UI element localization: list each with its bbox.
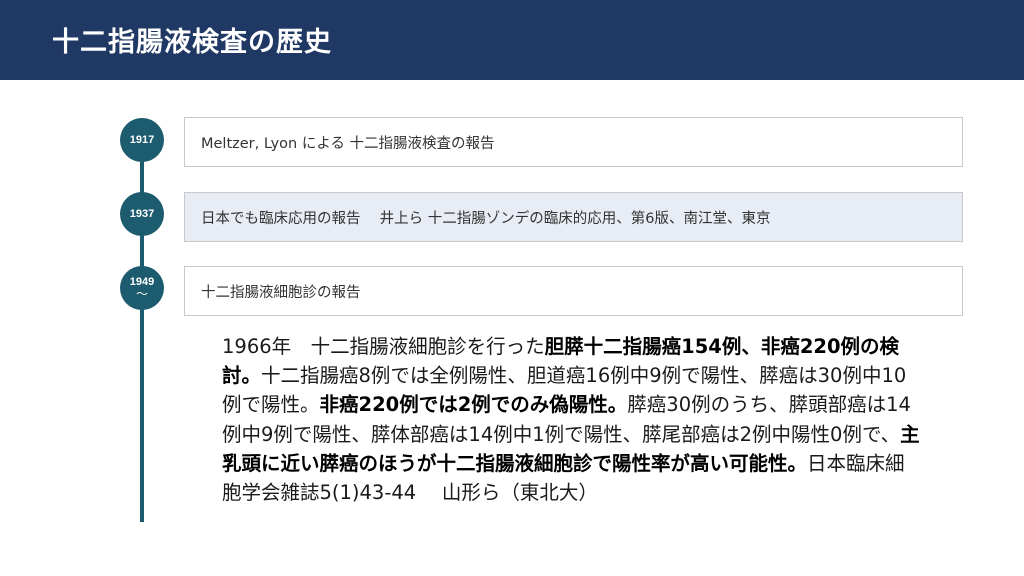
detail-paragraph: 1966年 十二指腸液細胞診を行った胆膵十二指腸癌154例、非癌220例の検討。…: [222, 332, 922, 507]
event-text: Meltzer, Lyon による 十二指腸液検査の報告: [201, 135, 495, 152]
timeline-event-1949: 十二指腸液細胞診の報告: [184, 266, 963, 316]
year-node-1937: 1937: [120, 192, 164, 236]
timeline-event-1937: 日本でも臨床応用の報告 井上ら 十二指腸ゾンデの臨床的応用、第6版、南江堂、東京: [184, 192, 963, 242]
year-range-tilde: ～: [135, 287, 148, 301]
year-node-1949: 1949 ～: [120, 266, 164, 310]
detail-segment-bold: 非癌220例では2例でのみ偽陽性。: [319, 393, 628, 417]
year-label: 1917: [129, 134, 155, 146]
timeline-event-1917: Meltzer, Lyon による 十二指腸液検査の報告: [184, 117, 963, 167]
year-label: 1937: [129, 208, 155, 220]
detail-segment: 1966年 十二指腸液細胞診を行った: [222, 335, 545, 358]
event-text: 日本でも臨床応用の報告 井上ら 十二指腸ゾンデの臨床的応用、第6版、南江堂、東京: [201, 210, 771, 227]
event-text: 十二指腸液細胞診の報告: [201, 284, 361, 301]
title-bar: 十二指腸液検査の歴史: [0, 0, 1024, 80]
page-title: 十二指腸液検査の歴史: [52, 27, 332, 58]
year-node-1917: 1917: [120, 118, 164, 162]
